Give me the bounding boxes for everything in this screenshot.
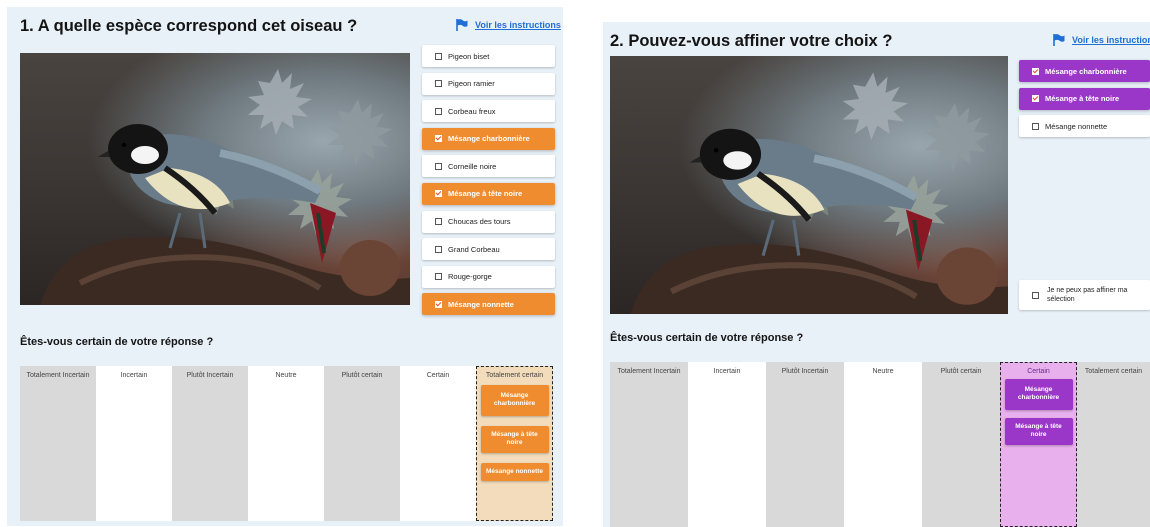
checkbox-icon	[435, 52, 442, 60]
checkbox-checked-icon	[435, 190, 442, 198]
choice-pigeon-biset[interactable]: Pigeon biset	[422, 45, 555, 67]
bird-photo	[20, 53, 410, 305]
scale-col-totalement-certain[interactable]: Totalement certain Mésange charbonnière …	[476, 366, 553, 521]
scale-col-neutre[interactable]: Neutre	[844, 362, 922, 527]
species-choice-list: Pigeon biset Pigeon ramier Corbeau freux…	[422, 45, 555, 321]
choice-mesange-nonnette[interactable]: Mésange nonnette	[422, 293, 555, 316]
scale-col-totalement-incertain[interactable]: Totalement Incertain	[610, 362, 688, 527]
instructions-link[interactable]: Voir les instructions	[455, 18, 561, 32]
choice-choucas-des-tours[interactable]: Choucas des tours	[422, 210, 555, 233]
chip-mesange-charbonniere[interactable]: Mésange charbonnière	[480, 385, 549, 416]
checkbox-icon	[1032, 122, 1039, 130]
question-title: 1. A quelle espèce correspond cet oiseau…	[20, 17, 358, 35]
checkbox-checked-icon	[1032, 95, 1039, 103]
choice-mesange-tete-noire[interactable]: Mésange à tête noire	[422, 182, 555, 205]
checkbox-icon	[435, 273, 442, 281]
chip-mesange-tete-noire[interactable]: Mésange à tête noire	[1004, 417, 1073, 445]
question-panel-2: 2. Pouvez-vous affiner votre choix ? Voi…	[603, 22, 1150, 527]
checkbox-icon	[435, 162, 442, 170]
checkbox-icon	[1032, 291, 1039, 299]
certainty-question: Êtes-vous certain de votre réponse ?	[610, 332, 804, 344]
checkbox-checked-icon	[1032, 67, 1039, 75]
chip-mesange-nonnette[interactable]: Mésange nonnette	[480, 462, 549, 482]
choice-mesange-tete-noire[interactable]: Mésange à tête noire	[1019, 87, 1150, 110]
choice-grand-corbeau[interactable]: Grand Corbeau	[422, 238, 555, 261]
certainty-scale: Totalement Incertain Incertain Plutôt In…	[610, 362, 1150, 527]
cannot-refine-option[interactable]: Je ne peux pas affiner ma sélection	[1019, 280, 1150, 310]
scale-col-plutot-certain[interactable]: Plutôt certain	[324, 366, 400, 521]
flag-icon	[1053, 34, 1065, 46]
scale-col-plutot-incertain[interactable]: Plutôt Incertain	[172, 366, 248, 521]
choice-rouge-gorge[interactable]: Rouge-gorge	[422, 265, 555, 288]
chip-mesange-charbonniere[interactable]: Mésange charbonnière	[1004, 379, 1073, 410]
certainty-question: Êtes-vous certain de votre réponse ?	[20, 336, 214, 348]
choice-pigeon-ramier[interactable]: Pigeon ramier	[422, 72, 555, 95]
scale-col-incertain[interactable]: Incertain	[96, 366, 172, 521]
scale-col-certain[interactable]: Certain Mésange charbonnière Mésange à t…	[1000, 362, 1077, 527]
choice-corneille-noire[interactable]: Corneille noire	[422, 155, 555, 178]
scale-col-certain[interactable]: Certain	[400, 366, 476, 521]
checkbox-checked-icon	[435, 300, 442, 308]
choice-mesange-charbonniere[interactable]: Mésange charbonnière	[422, 127, 555, 150]
scale-col-neutre[interactable]: Neutre	[248, 366, 324, 521]
choice-mesange-charbonniere[interactable]: Mésange charbonnière	[1019, 60, 1150, 82]
flag-icon	[456, 19, 468, 31]
checkbox-checked-icon	[435, 135, 442, 143]
question-title: 2. Pouvez-vous affiner votre choix ?	[610, 32, 893, 50]
instructions-label: Voir les instructions	[475, 20, 561, 30]
checkbox-icon	[435, 80, 442, 88]
checkbox-icon	[435, 107, 442, 115]
choice-mesange-nonnette[interactable]: Mésange nonnette	[1019, 115, 1150, 138]
chip-mesange-tete-noire[interactable]: Mésange à tête noire	[480, 425, 549, 453]
scale-col-totalement-certain[interactable]: Totalement certain	[1077, 362, 1150, 527]
refine-choice-list: Mésange charbonnière Mésange à tête noir…	[1019, 60, 1150, 143]
checkbox-icon	[435, 218, 442, 226]
instructions-link[interactable]: Voir les instructions	[1052, 33, 1150, 47]
question-panel-1: 1. A quelle espèce correspond cet oiseau…	[7, 7, 563, 526]
checkbox-icon	[435, 245, 442, 253]
choice-corbeau-freux[interactable]: Corbeau freux	[422, 100, 555, 123]
certainty-scale: Totalement Incertain Incertain Plutôt In…	[20, 366, 553, 521]
scale-col-incertain[interactable]: Incertain	[688, 362, 766, 527]
scale-col-totalement-incertain[interactable]: Totalement Incertain	[20, 366, 96, 521]
bird-photo	[610, 56, 1008, 314]
scale-col-plutot-certain[interactable]: Plutôt certain	[922, 362, 1000, 527]
scale-col-plutot-incertain[interactable]: Plutôt Incertain	[766, 362, 844, 527]
instructions-label: Voir les instructions	[1072, 35, 1150, 45]
